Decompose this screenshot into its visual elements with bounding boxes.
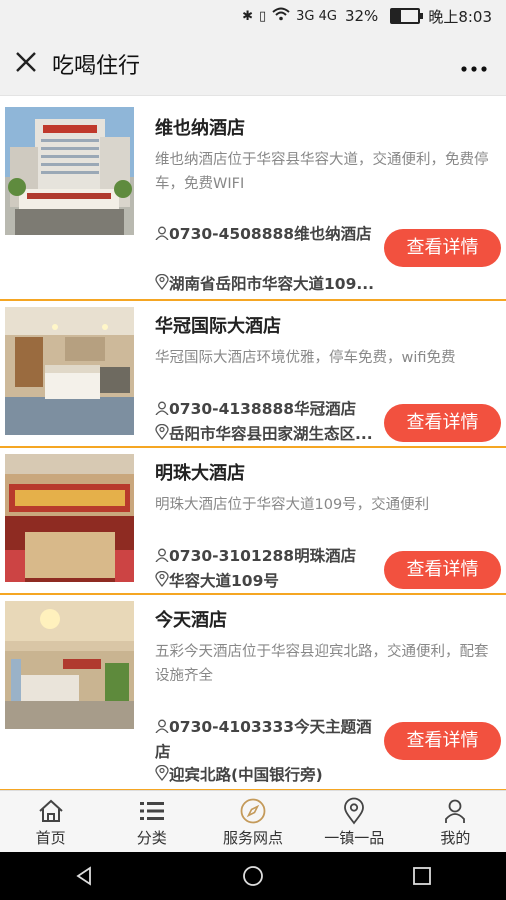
hotel-image <box>5 454 134 582</box>
back-icon[interactable] <box>72 864 96 888</box>
hotel-description: 明珠大酒店位于华容大道109号，交通便利 <box>155 497 430 513</box>
tab-home[interactable]: 首页 <box>0 791 101 853</box>
home-icon <box>38 799 63 822</box>
tab-service-points[interactable]: 服务网点 <box>202 791 303 853</box>
bluetooth-icon: ✱ <box>242 8 253 24</box>
hotel-phone: 0730-3101288明珠酒店 <box>155 544 380 569</box>
hotel-card[interactable]: 维也纳酒店 维也纳酒店位于华容县华容大道，交通便利，免费停车，免费WIFI 07… <box>0 96 506 301</box>
title-bar: 吃喝住行 <box>0 32 506 96</box>
hotel-phone: 0730-4103333今天主题酒店 <box>155 715 380 765</box>
hotel-name: 今天酒店 <box>155 610 227 631</box>
view-details-button[interactable]: 查看详情 <box>384 404 501 442</box>
tab-label: 我的 <box>440 828 471 847</box>
phone-text: 0730-4103333今天主题酒店 <box>155 718 372 761</box>
location-pin-icon <box>155 423 169 441</box>
hotel-card[interactable]: 明珠大酒店 明珠大酒店位于华容大道109号，交通便利 0730-3101288明… <box>0 448 506 595</box>
phone-text: 0730-4508888维也纳酒店 <box>169 225 372 243</box>
hotel-phone: 0730-4138888华冠酒店 <box>155 397 380 422</box>
hotel-card[interactable]: 华冠国际大酒店 华冠国际大酒店环境优雅，停车免费，wifi免费 0730-413… <box>0 301 506 448</box>
hotel-image <box>5 107 134 235</box>
more-icon[interactable] <box>442 49 506 79</box>
tab-label: 一镇一品 <box>324 828 385 847</box>
hotel-address: 华容大道109号 <box>155 569 380 594</box>
address-text: 迎宾北路(中国银行旁) <box>169 766 323 784</box>
hotel-image <box>5 601 134 729</box>
tab-mine[interactable]: 我的 <box>405 791 506 853</box>
address-text: 华容大道109号 <box>169 572 279 590</box>
user-icon <box>155 545 169 563</box>
tab-town-product[interactable]: 一镇一品 <box>304 791 405 853</box>
user-icon <box>445 799 466 823</box>
page-title: 吃喝住行 <box>52 53 141 79</box>
address-text: 湖南省岳阳市华容大道109... <box>169 275 375 293</box>
location-pin-icon <box>155 570 169 588</box>
location-pin-icon <box>155 764 169 782</box>
hotel-address: 迎宾北路(中国银行旁) <box>155 763 380 788</box>
list-icon <box>139 801 164 820</box>
view-details-button[interactable]: 查看详情 <box>384 551 501 589</box>
user-icon <box>155 716 169 734</box>
tab-label: 服务网点 <box>223 828 284 847</box>
hotel-description: 维也纳酒店位于华容县华容大道，交通便利，免费停车，免费WIFI <box>155 152 489 192</box>
phone-text: 0730-3101288明珠酒店 <box>169 547 357 565</box>
system-nav-bar <box>0 852 506 900</box>
location-icon <box>344 797 365 824</box>
tab-category[interactable]: 分类 <box>101 791 202 853</box>
battery-icon <box>390 8 424 24</box>
hotel-image <box>5 307 134 435</box>
tab-bar: 首页 分类 服务网点 一镇一品 我的 <box>0 790 506 853</box>
hotel-description: 五彩今天酒店位于华容县迎宾北路，交通便利，配套设施齐全 <box>155 644 489 684</box>
phone-text: 0730-4138888华冠酒店 <box>169 400 357 418</box>
status-bar: ✱ ▯ 3G 4G 32% 晚上8:03 <box>0 0 506 32</box>
location-pin-icon <box>155 273 169 291</box>
vibrate-icon: ▯ <box>258 8 267 24</box>
view-details-button[interactable]: 查看详情 <box>384 722 501 760</box>
wifi-icon <box>272 7 290 25</box>
hotel-address: 湖南省岳阳市华容大道109... <box>155 272 380 297</box>
hotel-name: 明珠大酒店 <box>155 463 245 484</box>
clock: 晚上8:03 <box>428 7 492 26</box>
hotel-name: 维也纳酒店 <box>155 118 245 139</box>
hotel-address: 岳阳市华容县田家湖生态区... <box>155 422 380 447</box>
close-icon[interactable] <box>0 46 52 81</box>
home-circle-icon[interactable] <box>241 864 265 888</box>
tab-label: 首页 <box>35 828 66 847</box>
hotel-phone: 0730-4508888维也纳酒店 <box>155 222 380 247</box>
status-icons: ✱ ▯ 3G 4G <box>242 7 337 25</box>
battery-percent: 32% <box>344 7 379 25</box>
compass-icon <box>240 798 266 823</box>
hotel-card[interactable]: 今天酒店 五彩今天酒店位于华容县迎宾北路，交通便利，配套设施齐全 0730-41… <box>0 595 506 791</box>
signal-icon: 3G 4G <box>296 8 337 24</box>
tab-label: 分类 <box>136 828 167 847</box>
address-text: 岳阳市华容县田家湖生态区... <box>169 425 373 443</box>
recents-icon[interactable] <box>410 864 434 888</box>
hotel-name: 华冠国际大酒店 <box>155 316 281 337</box>
user-icon <box>155 223 169 241</box>
user-icon <box>155 398 169 416</box>
view-details-button[interactable]: 查看详情 <box>384 229 501 267</box>
hotel-list: 维也纳酒店 维也纳酒店位于华容县华容大道，交通便利，免费停车，免费WIFI 07… <box>0 96 506 791</box>
hotel-description: 华冠国际大酒店环境优雅，停车免费，wifi免费 <box>155 350 456 366</box>
